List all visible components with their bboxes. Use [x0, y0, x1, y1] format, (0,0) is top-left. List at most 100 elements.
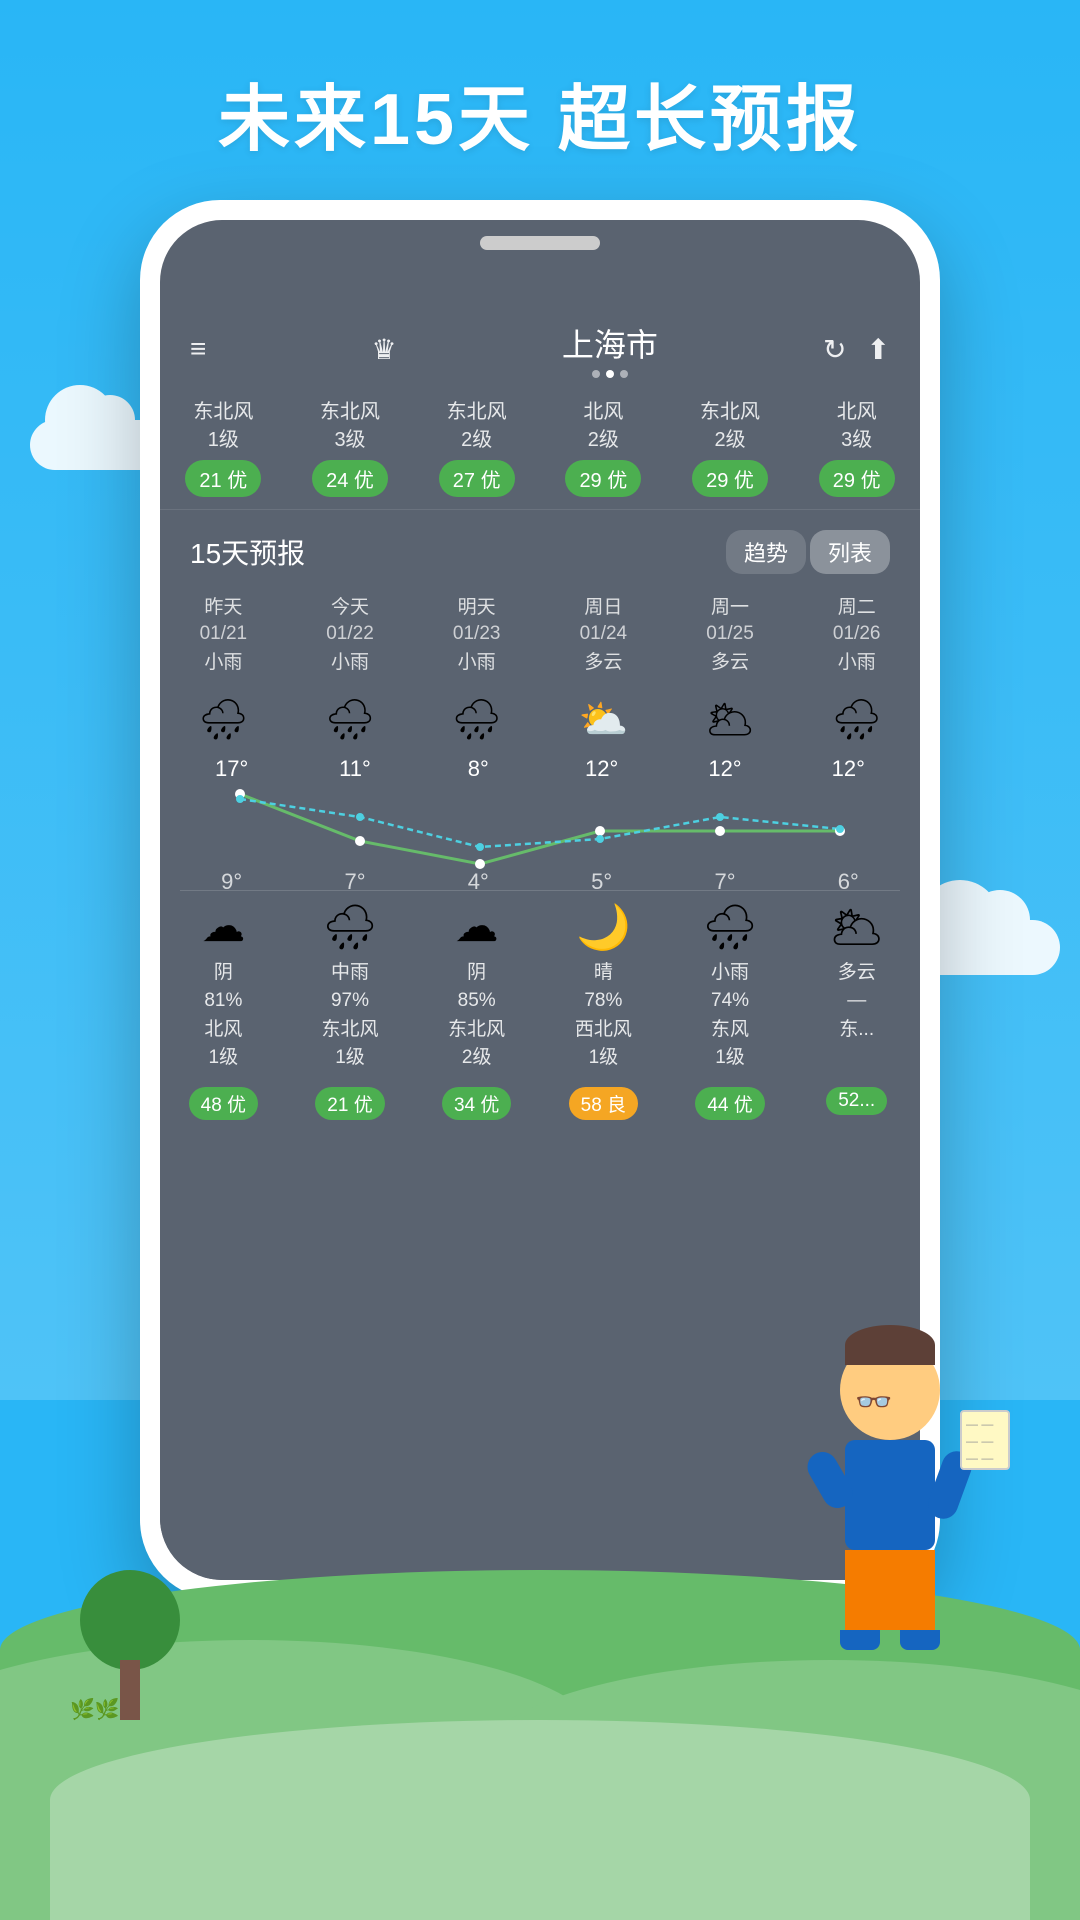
- day-col-2: 明天 01/23 小雨: [413, 592, 540, 676]
- weather-icon-1: 🌧: [325, 696, 376, 743]
- bottom-info-col-4: 小雨74%东风1级: [667, 959, 794, 1073]
- high-temp-2: 8°: [417, 756, 540, 784]
- wind-3: 东北风2级: [417, 398, 536, 454]
- character-head: 👓: [840, 1340, 940, 1440]
- low-temp-5: 6°: [787, 869, 910, 895]
- day-col-1: 今天 01/22 小雨: [287, 592, 414, 676]
- aqi-badge-6: 29 优: [819, 460, 895, 497]
- top-right-icons: ↻ ⬆: [823, 333, 890, 366]
- low-dot-0: [236, 795, 244, 803]
- wind-5: 东北风2级: [671, 398, 790, 454]
- bottom-aqi-row: 48 优 21 优 34 优 58 良 44 优 52...: [160, 1077, 920, 1134]
- low-temp-line: [240, 799, 840, 847]
- character-shoes: [780, 1630, 1000, 1650]
- bottom-icon-4: 🌧: [667, 901, 794, 953]
- aqi-badge-4: 29 优: [565, 460, 641, 497]
- low-temp-2: 4°: [417, 869, 540, 895]
- bottom-aqi-1: 21 优: [315, 1087, 384, 1120]
- phone-speaker: [480, 236, 600, 250]
- day-col-0: 昨天 01/21 小雨: [160, 592, 287, 676]
- high-temp-line: [240, 794, 840, 864]
- bottom-aqi-col-3: 58 良: [540, 1083, 667, 1120]
- high-temp-0: 17°: [170, 756, 293, 784]
- low-temp-0: 9°: [170, 869, 293, 895]
- bottom-aqi-col-0: 48 优: [160, 1083, 287, 1120]
- bottom-info-col-5: 多云—东...: [793, 959, 920, 1073]
- wind-1: 东北风1级: [164, 398, 283, 454]
- wind-aqi-row: 东北风1级 21 优 东北风3级 24 优 东北风2级 27 优 北风2级 29…: [160, 388, 920, 510]
- bottom-aqi-4: 44 优: [695, 1087, 764, 1120]
- icon-col-0: 🌧: [160, 690, 287, 750]
- character-arm-left: [802, 1447, 858, 1514]
- low-dot-5: [836, 825, 844, 833]
- dot-3: [620, 370, 628, 378]
- share-icon[interactable]: ⬆: [867, 333, 890, 366]
- icon-col-1: 🌧: [287, 690, 414, 750]
- character-shoe-left: [840, 1630, 880, 1650]
- character-shoe-right: [900, 1630, 940, 1650]
- wind-4: 北风2级: [544, 398, 663, 454]
- tab-list[interactable]: 列表: [810, 530, 890, 574]
- bottom-info-col-1: 中雨97%东北风1级: [287, 959, 414, 1073]
- aqi-badge-2: 24 优: [312, 460, 388, 497]
- refresh-icon[interactable]: ↻: [823, 333, 846, 366]
- high-temp-5: 12°: [787, 756, 910, 784]
- icon-col-2: 🌧: [413, 690, 540, 750]
- bottom-aqi-3: 58 良: [569, 1087, 638, 1120]
- city-center: 上海市: [562, 320, 658, 378]
- bottom-icon-2: ☁: [413, 901, 540, 952]
- bottom-col-4: 🌧: [667, 901, 794, 953]
- high-dot-1: [355, 836, 365, 846]
- crown-icon[interactable]: ♛: [372, 333, 397, 366]
- high-dot-3: [595, 826, 605, 836]
- low-dot-4: [716, 813, 724, 821]
- city-name: 上海市: [562, 320, 658, 366]
- wind-col-1: 东北风1级 21 优: [160, 398, 287, 497]
- day-date-3: 01/24: [544, 623, 663, 645]
- day-cond-2: 小雨: [417, 647, 536, 674]
- character-body: [845, 1440, 935, 1550]
- bottom-info-col-3: 晴78%西北风1级: [540, 959, 667, 1073]
- bottom-cond-3: 晴78%西北风1级: [540, 959, 667, 1073]
- menu-icon[interactable]: ≡: [190, 333, 206, 365]
- high-temp-1: 11°: [293, 756, 416, 784]
- page-title: 未来15天 超长预报: [0, 60, 1080, 165]
- low-dot-1: [356, 813, 364, 821]
- tree: 🌿🌿: [80, 1570, 180, 1720]
- character-hair: [845, 1325, 935, 1365]
- grass-blades-icon: 🌿🌿: [70, 1699, 120, 1721]
- day-col-5: 周二 01/26 小雨: [793, 592, 920, 676]
- forecast-header: 15天预报 趋势 列表: [160, 510, 920, 588]
- bottom-aqi-2: 34 优: [442, 1087, 511, 1120]
- weather-icon-2: 🌧: [451, 696, 502, 743]
- tab-trend[interactable]: 趋势: [726, 530, 806, 574]
- aqi-badge-5: 29 优: [692, 460, 768, 497]
- temp-chart: 17° 11° 8° 12° 12° 12°: [160, 756, 920, 886]
- day-label-0: 昨天: [164, 594, 283, 623]
- bottom-col-0: ☁: [160, 901, 287, 953]
- low-dot-2: [476, 843, 484, 851]
- wind-col-2: 东北风3级 24 优: [287, 398, 414, 497]
- tab-group: 趋势 列表: [726, 530, 890, 574]
- day-cond-0: 小雨: [164, 647, 283, 674]
- day-date-4: 01/25: [671, 623, 790, 645]
- wind-col-5: 东北风2级 29 优: [667, 398, 794, 497]
- bottom-cond-0: 阴81%北风1级: [160, 959, 287, 1073]
- bottom-icon-5: 🌥: [793, 901, 920, 953]
- tree-grass-blades: 🌿🌿: [70, 1697, 120, 1722]
- day-cond-3: 多云: [544, 647, 663, 674]
- bottom-col-2: ☁: [413, 901, 540, 953]
- day-date-2: 01/23: [417, 623, 536, 645]
- bottom-col-1: 🌧: [287, 901, 414, 953]
- character: 👓 — —— —— —: [780, 1340, 1000, 1720]
- icon-col-4: 🌥: [667, 690, 794, 750]
- page-dots: [562, 370, 658, 378]
- bottom-aqi-5: 52...: [826, 1087, 887, 1115]
- day-col-4: 周一 01/25 多云: [667, 592, 794, 676]
- bottom-aqi-0: 48 优: [189, 1087, 258, 1120]
- bottom-cond-1: 中雨97%东北风1级: [287, 959, 414, 1073]
- bottom-icon-0: ☁: [160, 901, 287, 952]
- day-cond-4: 多云: [671, 647, 790, 674]
- tree-top: [80, 1570, 180, 1670]
- bottom-aqi-col-2: 34 优: [413, 1083, 540, 1120]
